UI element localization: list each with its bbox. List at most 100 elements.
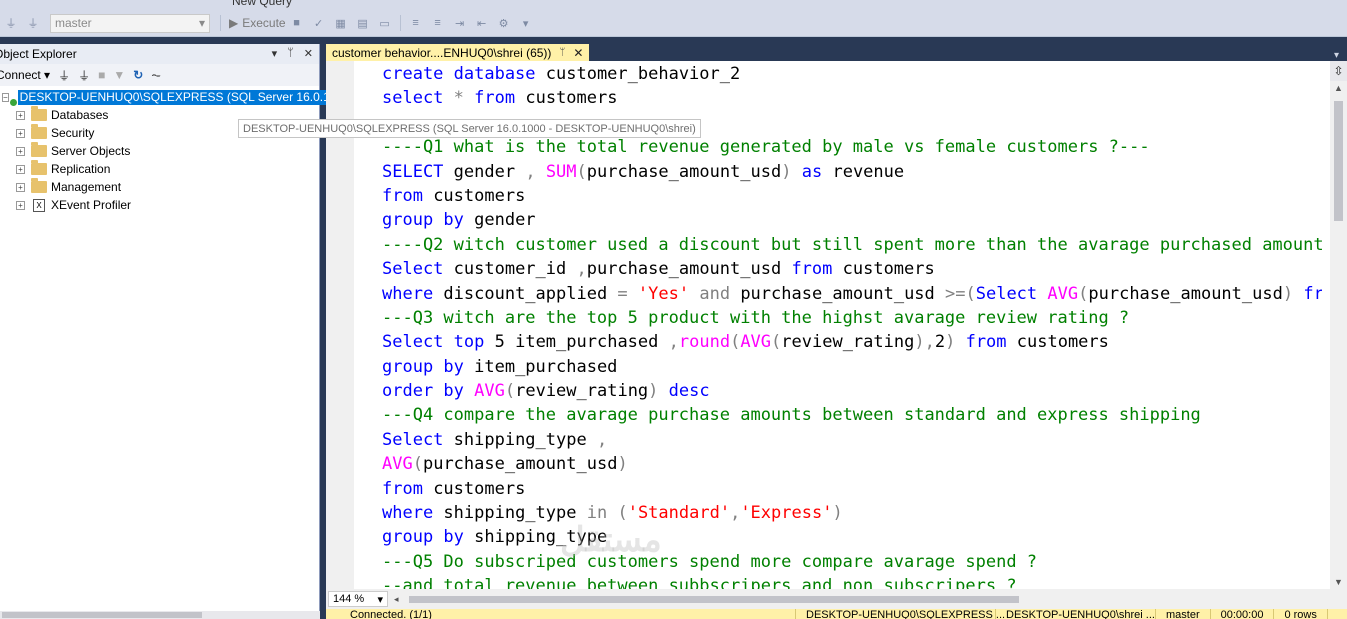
code-token: customers	[515, 88, 618, 109]
outdent-icon[interactable]: ⇤	[475, 16, 489, 30]
code-line[interactable]: group by item_purchased	[382, 355, 1322, 379]
collapse-icon[interactable]: −	[2, 92, 9, 102]
close-icon[interactable]: ✕	[304, 47, 313, 60]
disconnect-plug-icon[interactable]: ⏚	[78, 67, 90, 84]
expand-icon[interactable]: +	[16, 146, 25, 156]
code-line[interactable]: ---Q5 Do subscriped customers spend more…	[382, 550, 1322, 574]
code-token: AVG	[474, 381, 505, 402]
code-line[interactable]: group by gender	[382, 208, 1322, 232]
code-line[interactable]: select * from customers	[382, 86, 1322, 110]
chevron-down-icon[interactable]: ▾	[1334, 50, 1347, 61]
disconnect-icon[interactable]: ⏚	[26, 16, 40, 30]
comment-icon[interactable]: ≡	[409, 16, 423, 30]
code-token: Select	[382, 429, 444, 450]
split-icon[interactable]: ⇳	[1330, 61, 1347, 81]
code-token: ,	[576, 259, 587, 280]
code-line[interactable]: ----Q2 witch customer used a discount bu…	[382, 233, 1322, 257]
connect-dropdown-button[interactable]: Connect ▾	[0, 68, 50, 82]
code-line[interactable]: ----Q1 what is the total revenue generat…	[382, 135, 1322, 159]
code-line[interactable]: Select customer_id ,purchase_amount_usd …	[382, 257, 1322, 281]
stop-icon[interactable]: ■	[98, 68, 105, 82]
code-token: from	[382, 185, 423, 206]
activity-monitor-icon[interactable]: ⏦	[151, 68, 161, 83]
code-token: )	[1282, 283, 1294, 304]
code-line[interactable]: ---Q4 compare the avarage purchase amoun…	[382, 403, 1322, 427]
filter-icon[interactable]: ▼	[113, 68, 125, 82]
connect-icon[interactable]: ⏚	[4, 16, 18, 30]
database-selector[interactable]: master ▾	[50, 13, 210, 33]
code-token: 'Express'	[740, 503, 833, 524]
code-token: customers	[422, 478, 526, 499]
tree-node-replication[interactable]: + Replication	[0, 160, 319, 178]
code-line[interactable]: --and total revenue between subbscripers…	[382, 574, 1322, 589]
zoom-selector[interactable]: 144 % ▾	[328, 591, 388, 607]
connect-plug-icon[interactable]: ⏚	[58, 67, 70, 84]
close-icon[interactable]: ✕	[573, 46, 583, 60]
code-token: customers	[1006, 332, 1109, 353]
tree-node-server[interactable]: − DESKTOP-UENHUQ0\SQLEXPRESS (SQL Server…	[0, 88, 352, 106]
check-icon[interactable]: ✓	[312, 16, 326, 30]
tree-node-management[interactable]: + Management	[0, 178, 319, 196]
scroll-thumb[interactable]	[1334, 101, 1343, 221]
code-line[interactable]: Select shipping_type ,	[382, 428, 1322, 452]
code-editor[interactable]: create database customer_behavior_2 selec…	[382, 62, 1322, 589]
object-explorer-title: Object Explorer	[0, 47, 77, 61]
stop-icon[interactable]: ■	[290, 16, 304, 30]
expand-icon[interactable]: +	[16, 110, 25, 120]
refresh-icon[interactable]: ↻	[133, 68, 143, 82]
pin-icon[interactable]: ᛘ	[559, 47, 565, 58]
code-line[interactable]: where shipping_type in ('Standard','Expr…	[382, 501, 1322, 525]
pin-icon[interactable]: ᛘ	[287, 47, 294, 60]
indent-icon[interactable]: ⇥	[453, 16, 467, 30]
code-line[interactable]: create database customer_behavior_2	[382, 62, 1322, 86]
scroll-thumb[interactable]	[2, 612, 202, 618]
scroll-thumb[interactable]	[408, 596, 1019, 603]
code-line[interactable]: group by shipping_type	[382, 525, 1322, 549]
code-line[interactable]: from customers	[382, 477, 1322, 501]
object-tree: − DESKTOP-UENHUQ0\SQLEXPRESS (SQL Server…	[0, 86, 352, 214]
code-token: ----Q1 what is the total revenue generat…	[382, 137, 1150, 158]
code-token: from	[965, 332, 1007, 353]
expand-icon[interactable]: +	[16, 164, 25, 174]
scroll-left-icon[interactable]: ◂	[394, 594, 399, 605]
code-line[interactable]: Select top 5 item_purchased ,round(AVG(r…	[382, 330, 1322, 354]
code-token: group by	[382, 527, 464, 548]
code-line[interactable]: where discount_applied = 'Yes' and purch…	[382, 282, 1322, 306]
code-token: AVG	[382, 454, 413, 475]
overflow-chevron-icon[interactable]: ▾	[519, 16, 533, 30]
code-line[interactable]: ---Q3 witch are the top 5 product with t…	[382, 306, 1322, 330]
results-text-icon[interactable]: ▤	[356, 16, 370, 30]
editor-hscrollbar[interactable]	[408, 594, 1327, 604]
code-line[interactable]: from customers	[382, 184, 1322, 208]
uncomment-icon[interactable]: ≡	[431, 16, 445, 30]
code-token: where	[382, 283, 434, 304]
dropdown-arrow-icon[interactable]: ▾	[272, 47, 278, 60]
code-token: purchase_amount_usd	[586, 259, 792, 280]
specify-values-icon[interactable]: ⚙	[497, 16, 511, 30]
code-line[interactable]: SELECT gender , SUM(purchase_amount_usd)…	[382, 160, 1322, 184]
tab-query[interactable]: customer behavior....ENHUQ0\shrei (65)) …	[326, 44, 590, 61]
code-token: shipping_type	[443, 429, 597, 450]
tree-node-xevent-profiler[interactable]: + X XEvent Profiler	[0, 196, 319, 214]
code-token: customer_id	[443, 259, 577, 280]
code-line[interactable]: order by AVG(review_rating) desc	[382, 379, 1322, 403]
execute-button[interactable]: ▶ Execute	[229, 16, 286, 30]
editor-vscrollbar[interactable]: ⇳ ▲ ▼	[1330, 61, 1347, 589]
results-grid-icon[interactable]: ▦	[334, 16, 348, 30]
status-rows: 0 rows	[1274, 609, 1328, 619]
new-query-button[interactable]: New Query	[232, 0, 292, 8]
tree-node-label: Security	[51, 126, 95, 140]
code-line[interactable]: AVG(purchase_amount_usd)	[382, 452, 1322, 476]
tree-node-server-objects[interactable]: + Server Objects	[0, 142, 319, 160]
scroll-up-icon[interactable]: ▲	[1334, 83, 1343, 93]
scroll-down-icon[interactable]: ▼	[1334, 577, 1343, 587]
expand-icon[interactable]: +	[16, 200, 25, 210]
code-token: )	[945, 332, 956, 353]
results-file-icon[interactable]: ▭	[378, 16, 392, 30]
expand-icon[interactable]: +	[16, 182, 25, 192]
object-explorer-hscrollbar[interactable]	[0, 611, 320, 619]
expand-icon[interactable]: +	[16, 128, 25, 138]
